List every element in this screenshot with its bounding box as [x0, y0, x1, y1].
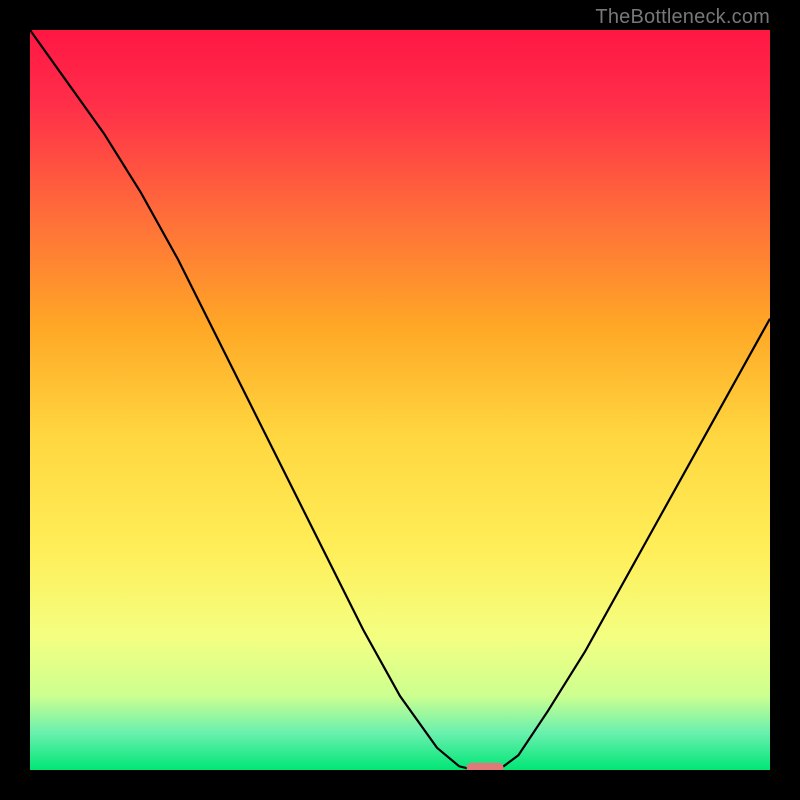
chart-svg	[30, 30, 770, 770]
gradient-background	[30, 30, 770, 770]
chart-container: TheBottleneck.com	[0, 0, 800, 800]
plot-area	[30, 30, 770, 770]
watermark-text: TheBottleneck.com	[595, 6, 770, 29]
optimal-marker	[467, 763, 504, 770]
